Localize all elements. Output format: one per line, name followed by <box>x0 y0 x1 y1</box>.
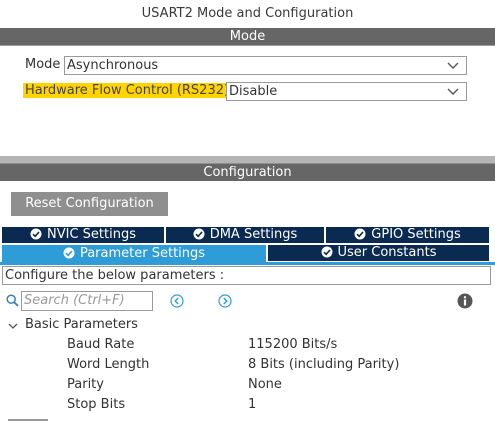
section-splitter[interactable] <box>0 156 495 164</box>
chevron-down-icon <box>447 62 459 69</box>
check-circle-icon <box>354 228 366 240</box>
reset-configuration-button[interactable]: Reset Configuration <box>11 192 168 216</box>
configure-info-box: Configure the below parameters : <box>2 266 491 285</box>
basic-parameters-group[interactable]: Basic Parameters <box>25 317 138 332</box>
active-tab-underline <box>0 262 495 265</box>
search-icon <box>6 294 19 307</box>
param-name: Parity <box>67 377 104 392</box>
tab-parameter-settings[interactable]: Parameter Settings <box>2 245 268 262</box>
param-name: Baud Rate <box>67 337 135 352</box>
tab-gpio-settings[interactable]: GPIO Settings <box>326 227 489 243</box>
tab-label: Parameter Settings <box>79 246 206 261</box>
flow-control-select-value: Disable <box>229 84 278 99</box>
mode-select[interactable]: Asynchronous <box>64 56 467 75</box>
tab-label: NVIC Settings <box>47 227 136 242</box>
collapse-chevron-icon[interactable] <box>7 320 19 332</box>
check-circle-icon <box>30 228 42 240</box>
param-name: Stop Bits <box>67 397 126 412</box>
next-group-partial <box>8 417 98 421</box>
tab-label: User Constants <box>337 245 437 260</box>
window-title: USART2 Mode and Configuration <box>141 6 354 21</box>
arrow-left-circle-icon[interactable] <box>170 294 184 308</box>
tab-nvic-settings[interactable]: NVIC Settings <box>2 227 166 243</box>
param-value[interactable]: 1 <box>248 397 256 412</box>
check-circle-icon <box>321 246 332 258</box>
info-icon[interactable] <box>457 293 473 309</box>
chevron-down-icon <box>447 88 459 95</box>
mode-label: Mode <box>25 57 61 72</box>
param-value[interactable]: 8 Bits (including Parity) <box>248 357 399 372</box>
flow-control-select[interactable]: Disable <box>226 82 467 101</box>
arrow-right-circle-icon[interactable] <box>218 294 232 308</box>
param-value[interactable]: None <box>248 377 282 392</box>
param-value[interactable]: 115200 Bits/s <box>248 337 337 352</box>
mode-select-value: Asynchronous <box>67 58 159 73</box>
tab-dma-settings[interactable]: DMA Settings <box>166 227 326 243</box>
tab-user-constants[interactable]: User Constants <box>268 245 489 261</box>
check-circle-icon <box>63 247 75 259</box>
flow-control-label: Hardware Flow Control (RS232) <box>23 83 232 98</box>
mode-section-header: Mode <box>0 28 495 46</box>
tab-label: DMA Settings <box>209 227 298 242</box>
search-input[interactable]: Search (Ctrl+F) <box>21 291 153 311</box>
param-name: Word Length <box>67 357 150 372</box>
config-section-header: Configuration <box>0 164 495 181</box>
tab-label: GPIO Settings <box>371 227 461 242</box>
check-circle-icon <box>193 228 205 240</box>
